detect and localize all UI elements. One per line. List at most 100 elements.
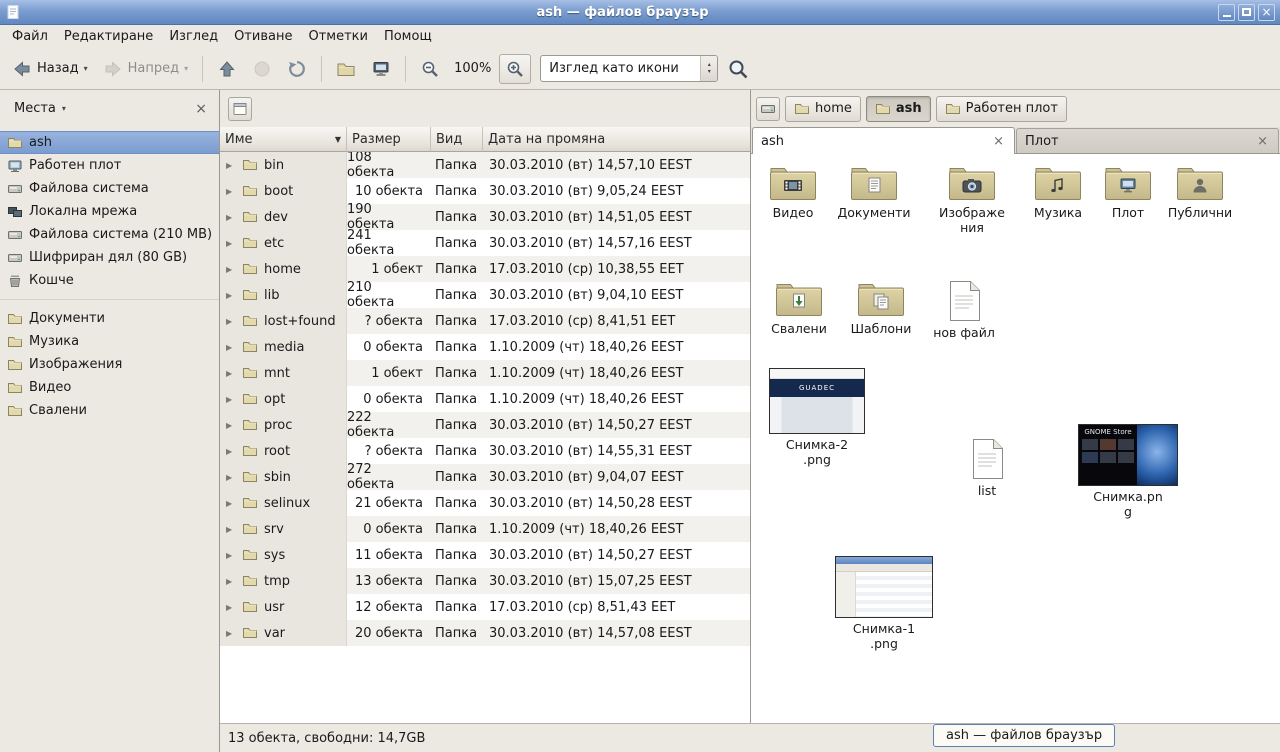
tab-close-icon[interactable]: × [1255,134,1270,149]
expander-icon[interactable]: ▶ [226,187,236,196]
path-button-1[interactable]: ash [866,96,931,122]
sidebar-item-5[interactable]: Шифриран дял (80 GB) [0,246,219,269]
icon-item-11[interactable]: GNOME StoreСнимка.png [1077,424,1179,519]
expander-icon[interactable]: ▶ [226,213,236,222]
view-mode-select[interactable]: Изглед като икони ▴ ▾ [540,55,718,82]
expander-icon[interactable]: ▶ [226,395,236,404]
sidebar-item-7[interactable]: Документи [0,307,219,330]
tree-row-sbin[interactable]: ▶sbin272 обектаПапка30.03.2010 (вт) 9,04… [220,464,750,490]
tree-row-var[interactable]: ▶var20 обектаПапка30.03.2010 (вт) 14,57,… [220,620,750,646]
tree-row-selinux[interactable]: ▶selinux21 обектаПапка30.03.2010 (вт) 14… [220,490,750,516]
sidebar-item-9[interactable]: Изображения [0,353,219,376]
expander-icon[interactable]: ▶ [226,447,236,456]
computer-button[interactable] [365,54,397,84]
tree-row-media[interactable]: ▶media0 обектаПапка1.10.2009 (чт) 18,40,… [220,334,750,360]
tree-row-opt[interactable]: ▶opt0 обектаПапка1.10.2009 (чт) 18,40,26… [220,386,750,412]
tree-row-lost+found[interactable]: ▶lost+found? обектаПапка17.03.2010 (ср) … [220,308,750,334]
pathbar-root-button[interactable] [756,97,780,121]
sidebar-item-11[interactable]: Свалени [0,399,219,422]
zoom-out-button[interactable] [414,54,446,84]
spinner-icon[interactable]: ▴ ▾ [700,56,717,81]
expander-icon[interactable]: ▶ [226,317,236,326]
titlebar[interactable]: ash — файлов браузър × [0,0,1280,25]
stop-button[interactable] [246,54,278,84]
expander-icon[interactable]: ▶ [226,239,236,248]
tree-row-sys[interactable]: ▶sys11 обектаПапка30.03.2010 (вт) 14,50,… [220,542,750,568]
sidebar-item-10[interactable]: Видео [0,376,219,399]
expander-icon[interactable]: ▶ [226,369,236,378]
menu-item-4[interactable]: Отметки [300,27,375,46]
icon-item-12[interactable]: Снимка-1.png [833,556,935,651]
expander-icon[interactable]: ▶ [226,343,236,352]
icon-item-3[interactable]: Музика [1023,164,1093,220]
sidebar-item-6[interactable]: Кошче [0,269,219,292]
expander-icon[interactable]: ▶ [226,629,236,638]
taskbar-window-button[interactable]: ash — файлов браузър [933,724,1115,747]
icon-item-10[interactable]: list [955,438,1019,498]
expander-icon[interactable]: ▶ [226,265,236,274]
expander-icon[interactable]: ▶ [226,577,236,586]
back-button[interactable]: Назад ▾ [6,54,94,84]
icon-item-0[interactable]: Видео [761,164,825,220]
path-button-2[interactable]: Работен плот [936,96,1067,122]
tree-row-srv[interactable]: ▶srv0 обектаПапка1.10.2009 (чт) 18,40,26… [220,516,750,542]
expander-icon[interactable]: ▶ [226,161,236,170]
menu-item-1[interactable]: Редактиране [56,27,161,46]
tree-row-dev[interactable]: ▶dev190 обектаПапка30.03.2010 (вт) 14,51… [220,204,750,230]
sidebar-item-4[interactable]: Файлова система (210 MB) [0,223,219,246]
column-header-type[interactable]: Вид [431,127,483,152]
home-button[interactable] [330,54,362,84]
tab-1[interactable]: Плот× [1016,128,1279,153]
search-button[interactable] [721,53,755,85]
expander-icon[interactable]: ▶ [226,525,236,534]
path-button-0[interactable]: home [785,96,861,122]
tree-row-lib[interactable]: ▶lib210 обектаПапка30.03.2010 (вт) 9,04,… [220,282,750,308]
icon-item-1[interactable]: Документи [831,164,917,220]
tab-0[interactable]: ash× [752,127,1015,154]
reload-button[interactable] [281,54,313,84]
sidebar-item-1[interactable]: Работен плот [0,154,219,177]
tree-row-etc[interactable]: ▶etc241 обектаПапка30.03.2010 (вт) 14,57… [220,230,750,256]
menu-item-2[interactable]: Изглед [161,27,226,46]
expander-icon[interactable]: ▶ [226,551,236,560]
sidebar-item-0[interactable]: ash [0,131,219,154]
tree-row-proc[interactable]: ▶proc222 обектаПапка30.03.2010 (вт) 14,5… [220,412,750,438]
menu-item-3[interactable]: Отиване [226,27,300,46]
maximize-button[interactable] [1238,4,1255,21]
expander-icon[interactable]: ▶ [226,421,236,430]
icon-item-5[interactable]: Публични [1165,164,1235,220]
sidebar-item-3[interactable]: Локална мрежа [0,200,219,223]
icon-item-4[interactable]: Плот [1099,164,1157,220]
close-button[interactable]: × [1258,4,1275,21]
tree-row-mnt[interactable]: ▶mnt1 обектПапка1.10.2009 (чт) 18,40,26 … [220,360,750,386]
icon-item-6[interactable]: Свалени [765,280,833,336]
icon-item-8[interactable]: нов файл [931,280,997,340]
menu-item-5[interactable]: Помощ [376,27,440,46]
icon-item-9[interactable]: GUADECСнимка-2.png [767,368,867,467]
sidebar-close-button[interactable]: × [191,101,211,117]
tree-row-home[interactable]: ▶home1 обектПапка17.03.2010 (ср) 10,38,5… [220,256,750,282]
column-header-size[interactable]: Размер [347,127,431,152]
expander-icon[interactable]: ▶ [226,603,236,612]
sidebar-item-8[interactable]: Музика [0,330,219,353]
back-history-icon[interactable]: ▾ [84,64,88,73]
tree-row-root[interactable]: ▶root? обектаПапка30.03.2010 (вт) 14,55,… [220,438,750,464]
forward-button[interactable]: Напред ▾ [97,54,195,84]
sidebar-item-2[interactable]: Файлова система [0,177,219,200]
column-header-name[interactable]: Име▼ [220,127,347,152]
column-header-modified[interactable]: Дата на промяна [483,127,750,152]
expander-icon[interactable]: ▶ [226,291,236,300]
tree-row-usr[interactable]: ▶usr12 обектаПапка17.03.2010 (ср) 8,51,4… [220,594,750,620]
minimize-button[interactable] [1218,4,1235,21]
menu-item-0[interactable]: Файл [4,27,56,46]
tree-row-tmp[interactable]: ▶tmp13 обектаПапка30.03.2010 (вт) 15,07,… [220,568,750,594]
pane-toggle-button[interactable] [228,97,252,121]
tree-row-bin[interactable]: ▶bin108 обектаПапка30.03.2010 (вт) 14,57… [220,152,750,178]
zoom-in-button[interactable] [499,54,531,84]
places-selector-button[interactable]: Места ▾ [8,98,72,119]
icon-item-7[interactable]: Шаблони [847,280,915,336]
tree-row-boot[interactable]: ▶boot10 обектаПапка30.03.2010 (вт) 9,05,… [220,178,750,204]
expander-icon[interactable]: ▶ [226,473,236,482]
up-button[interactable] [211,54,243,84]
icon-item-2[interactable]: Изображения [935,164,1009,235]
